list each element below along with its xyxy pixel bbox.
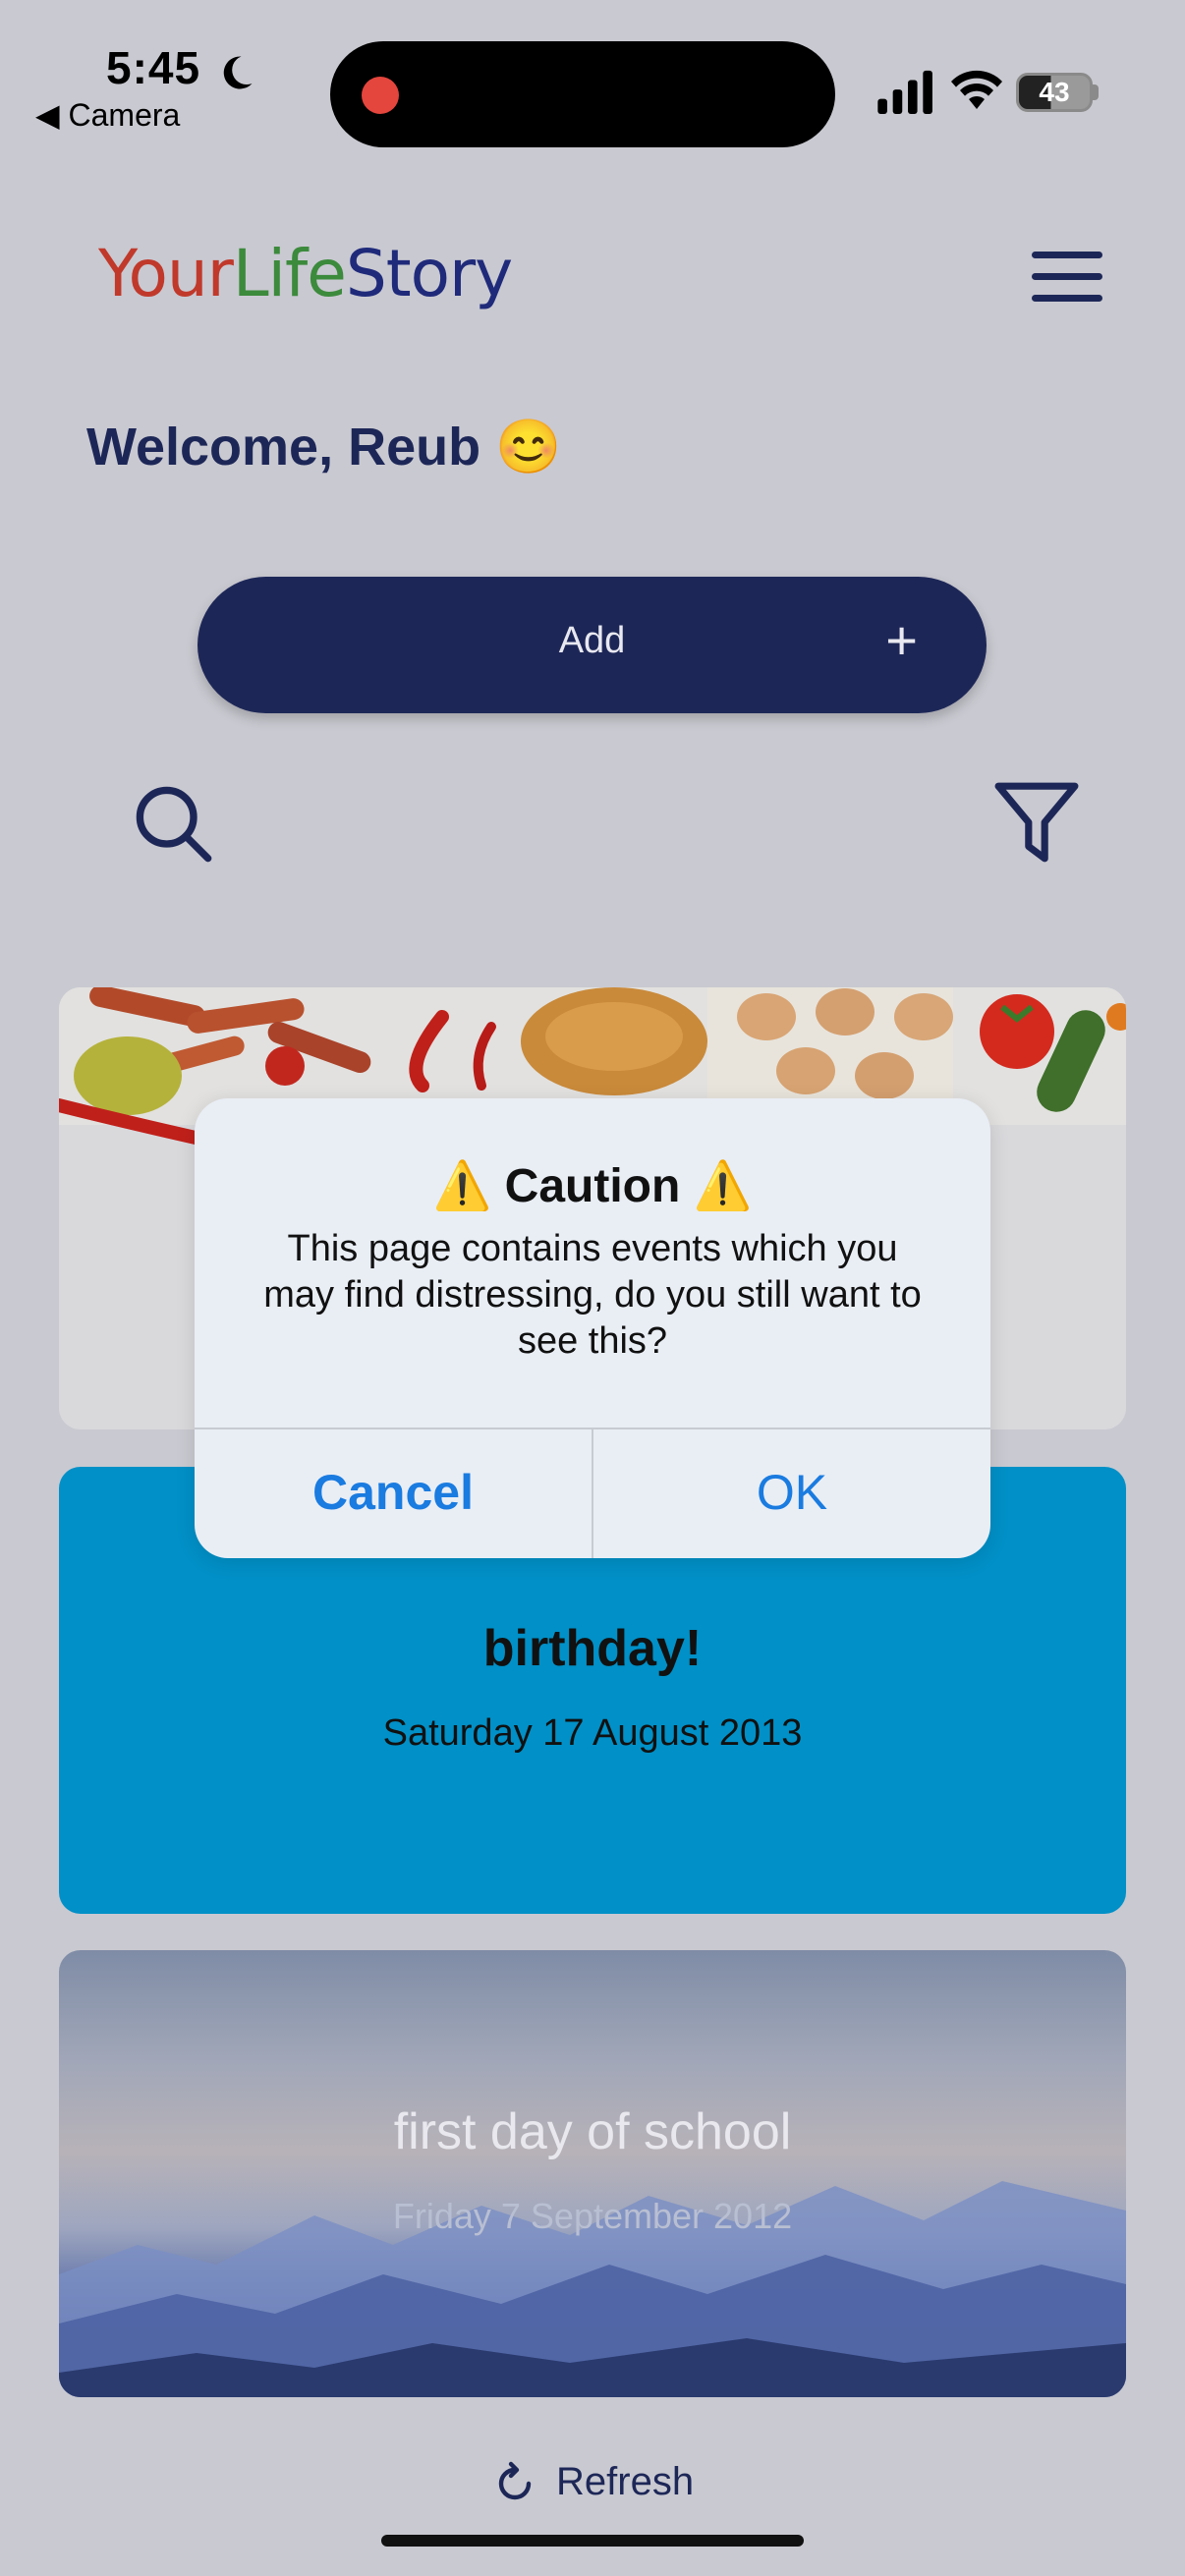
refresh-button[interactable]: Refresh xyxy=(556,2460,694,2504)
logo-story: Story xyxy=(345,236,513,311)
home-indicator[interactable] xyxy=(381,2535,804,2547)
cellular-signal-icon xyxy=(877,70,932,114)
event-date: Friday 7 September 2012 xyxy=(392,2196,793,2236)
add-button-label: Add xyxy=(558,620,626,661)
caution-alert-dialog: ⚠️ Caution ⚠️ This page contains events … xyxy=(195,1098,990,1558)
dynamic-island xyxy=(330,41,835,147)
status-time: 5:45 xyxy=(106,42,201,93)
logo-your: Your xyxy=(98,236,234,311)
add-event-button[interactable]: Add + xyxy=(198,577,987,713)
back-to-camera-link[interactable]: ◀ Camera xyxy=(35,96,180,134)
battery-indicator: 43 xyxy=(1016,73,1093,112)
logo-life: Life xyxy=(232,236,347,311)
event-title: birthday! xyxy=(482,1620,703,1677)
app-logo[interactable]: YourLifeStory xyxy=(98,236,513,311)
mountain-image xyxy=(59,2181,1126,2397)
search-icon[interactable] xyxy=(132,782,214,865)
dialog-message: This page contains events which you may … xyxy=(263,1228,922,1362)
refresh-icon[interactable] xyxy=(491,2460,538,2507)
moon-icon xyxy=(223,56,253,89)
dialog-title: ⚠️ Caution ⚠️ xyxy=(432,1160,753,1212)
ok-button[interactable]: OK xyxy=(593,1428,990,1558)
battery-tip xyxy=(1093,84,1099,100)
plus-icon: + xyxy=(885,609,918,671)
hamburger-menu-icon[interactable] xyxy=(1032,252,1102,303)
event-date: Saturday 17 August 2013 xyxy=(382,1712,803,1754)
event-title: first day of school xyxy=(393,2103,792,2160)
cancel-button[interactable]: Cancel xyxy=(195,1428,592,1558)
wifi-icon xyxy=(951,70,1002,109)
recording-indicator xyxy=(362,77,399,114)
event-card[interactable]: first day of school Friday 7 September 2… xyxy=(59,1950,1126,2397)
welcome-heading: Welcome, Reub 😊 xyxy=(86,418,562,476)
filter-icon[interactable] xyxy=(992,778,1081,867)
